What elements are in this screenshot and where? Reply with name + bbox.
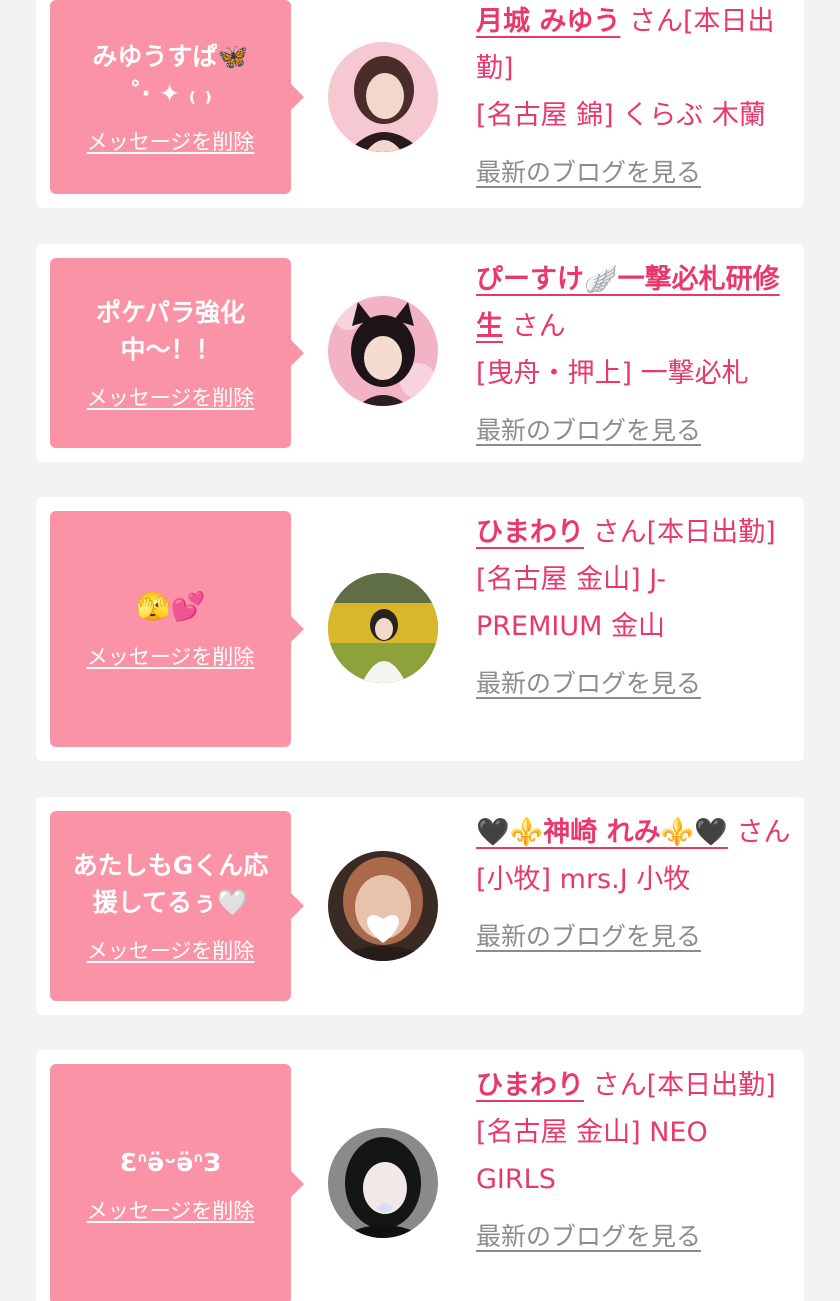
list-item: ポケパラ強化 中〜！！ メッセージを削除 ぴーすけ🪽一撃必札研修生 さん [曳舟… [36, 244, 804, 462]
shop-text: [曳舟・押上] 一撃必札 [476, 358, 749, 389]
honorific: さん [592, 1070, 647, 1101]
list-item: 🫣💕 メッセージを削除 ひまわり さん[本日出勤] [名古屋 金山] J-PRE… [36, 497, 804, 761]
status-text: [本日出勤] [646, 1070, 776, 1101]
cast-name-link[interactable]: ひまわり [476, 1070, 584, 1101]
list-item: あたしもGくん応 援してるぅ🤍 メッセージを削除 🖤⚜️神崎 れみ⚜️🖤 さん … [36, 797, 804, 1015]
cast-info: ひまわり さん[本日出勤] [名古屋 金山] NEO GIRLS 最新のブログを… [476, 1062, 792, 1260]
avatar[interactable] [328, 573, 438, 683]
delete-message-link[interactable]: メッセージを削除 [87, 382, 255, 412]
avatar[interactable] [328, 851, 438, 961]
message-bubble: ポケパラ強化 中〜！！ メッセージを削除 [50, 258, 304, 448]
cast-name-link[interactable]: 月城 みゆう [476, 6, 620, 37]
message-bubble: ƐᐢӛᵕӛᐢЗ メッセージを削除 [50, 1064, 304, 1301]
avatar[interactable] [328, 1128, 438, 1238]
avatar[interactable] [328, 296, 438, 406]
cast-info: ひまわり さん[本日出勤] [名古屋 金山] J-PREMIUM 金山 最新のブ… [476, 509, 792, 707]
cast-name-link[interactable]: ひまわり [476, 517, 584, 548]
latest-blog-link[interactable]: 最新のブログを見る [476, 149, 701, 196]
message-text: みゆうすぱ🦋 ˚‧ ✦ ₍ ₎ [92, 42, 249, 108]
message-text: 🫣💕 [135, 590, 206, 623]
shop-text: [名古屋 錦] くらぶ 木蘭 [476, 100, 766, 131]
status-text: [本日出勤] [646, 517, 776, 548]
honorific: さん [592, 517, 647, 548]
message-bubble: 🫣💕 メッセージを削除 [50, 511, 304, 747]
honorific: さん [511, 311, 566, 342]
delete-message-link[interactable]: メッセージを削除 [87, 641, 255, 671]
message-list: みゆうすぱ🦋 ˚‧ ✦ ₍ ₎ メッセージを削除 月城 みゆう さん[本日出勤]… [0, 0, 840, 1301]
cast-info: 月城 みゆう さん[本日出勤] [名古屋 錦] くらぶ 木蘭 最新のブログを見る [476, 0, 792, 196]
delete-message-link[interactable]: メッセージを削除 [87, 1195, 255, 1225]
cast-info: 🖤⚜️神崎 れみ⚜️🖤 さん [小牧] mrs.J 小牧 最新のブログを見る [476, 809, 792, 960]
shop-text: [小牧] mrs.J 小牧 [476, 864, 691, 895]
message-text: あたしもGくん応 援してるぅ🤍 [72, 851, 269, 917]
message-bubble: あたしもGくん応 援してるぅ🤍 メッセージを削除 [50, 811, 304, 1001]
honorific: さん [736, 817, 791, 848]
message-text: ポケパラ強化 中〜！！ [95, 298, 245, 364]
list-item: みゆうすぱ🦋 ˚‧ ✦ ₍ ₎ メッセージを削除 月城 みゆう さん[本日出勤]… [36, 0, 804, 208]
message-bubble: みゆうすぱ🦋 ˚‧ ✦ ₍ ₎ メッセージを削除 [50, 0, 304, 194]
cast-name-link[interactable]: 🖤⚜️神崎 れみ⚜️🖤 [476, 817, 728, 848]
latest-blog-link[interactable]: 最新のブログを見る [476, 913, 701, 960]
message-text: ƐᐢӛᵕӛᐢЗ [120, 1147, 221, 1177]
honorific: さん [629, 6, 683, 37]
list-item: ƐᐢӛᵕӛᐢЗ メッセージを削除 ひまわり さん[本日出勤] [名古屋 金山] … [36, 1050, 804, 1301]
latest-blog-link[interactable]: 最新のブログを見る [476, 1213, 701, 1260]
delete-message-link[interactable]: メッセージを削除 [87, 126, 255, 156]
cast-info: ぴーすけ🪽一撃必札研修生 さん [曳舟・押上] 一撃必札 最新のブログを見る [476, 256, 792, 454]
avatar[interactable] [328, 42, 438, 152]
shop-text: [名古屋 金山] J-PREMIUM 金山 [476, 564, 666, 642]
latest-blog-link[interactable]: 最新のブログを見る [476, 660, 701, 707]
shop-text: [名古屋 金山] NEO GIRLS [476, 1117, 708, 1195]
delete-message-link[interactable]: メッセージを削除 [87, 935, 255, 965]
latest-blog-link[interactable]: 最新のブログを見る [476, 407, 701, 454]
